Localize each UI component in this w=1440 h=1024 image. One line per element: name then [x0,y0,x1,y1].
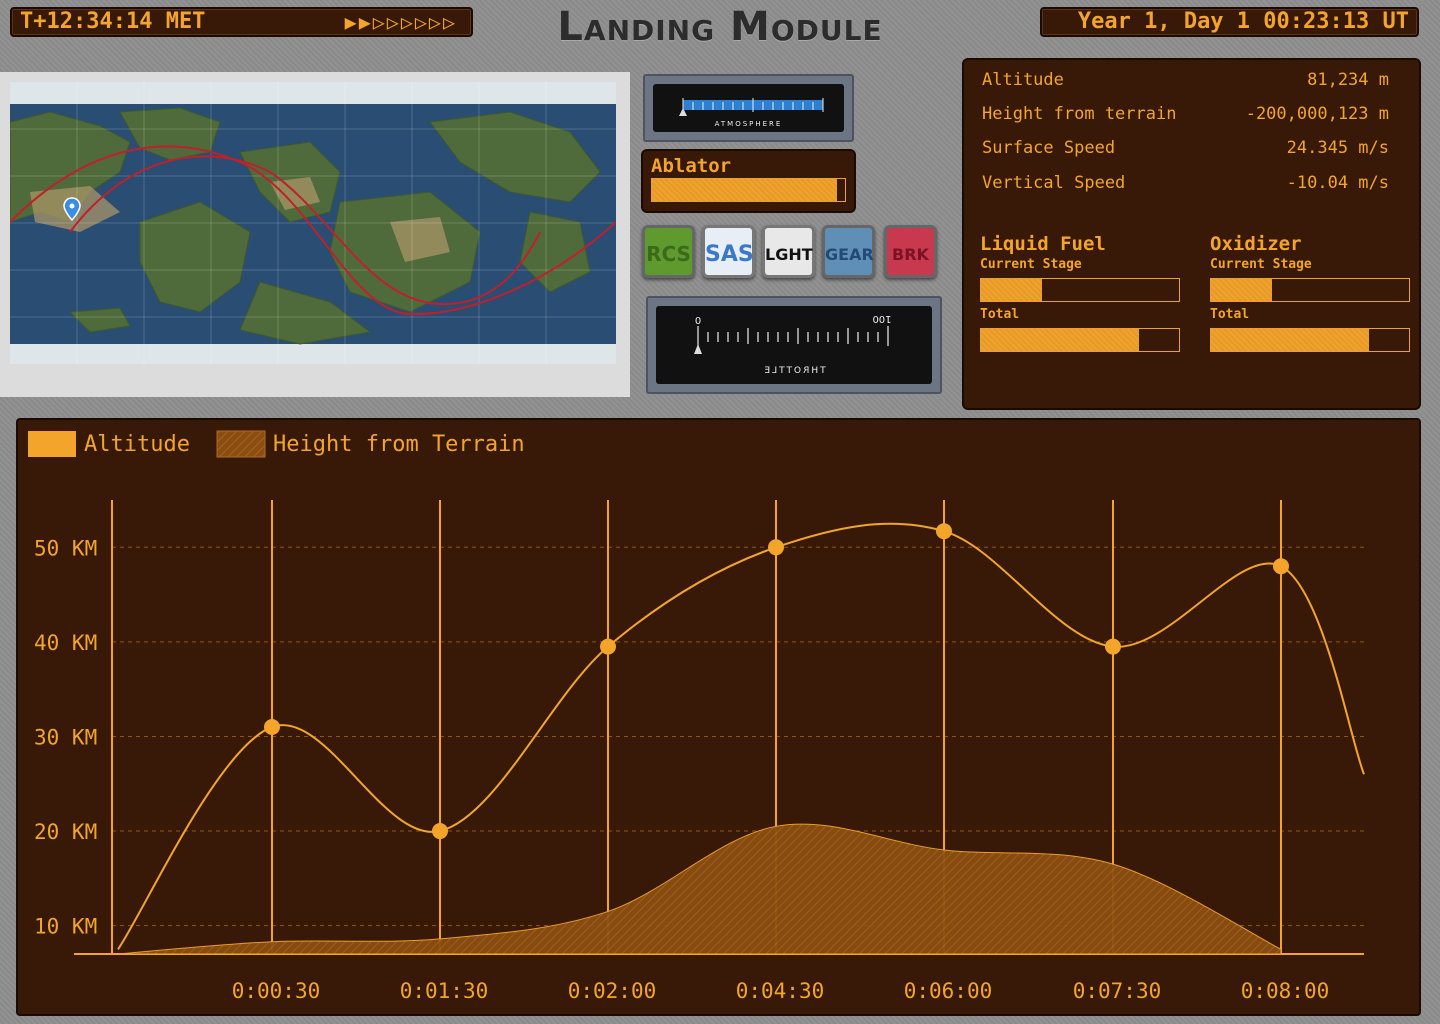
legend-label-terrain: Height from Terrain [273,432,525,457]
altitude-chart: 10 KM 20 KM 30 KM 40 KM 50 KM 0:00:30 0:01:30… [16,418,1421,1016]
altitude-label: Altitude [982,70,1064,90]
altitude-point [768,539,784,556]
gear-button[interactable]: GEAR [822,225,875,278]
liquid-fuel-current-label: Current Stage [980,257,1082,272]
time-warp-indicator[interactable]: ▶▶▷▷▷▷▷▷ [345,9,457,35]
brake-button[interactable]: BRK [884,225,937,278]
liquid-fuel-total-label: Total [980,307,1020,322]
altitude-point [600,638,616,655]
liquid-fuel-total-fill [981,329,1140,351]
x-tick-label: 0:02:00 [568,979,657,1003]
vertical-speed-row: Vertical Speed -10.04 m/s [982,169,1389,197]
rcs-button[interactable]: RCS [642,225,695,278]
legend-swatch-altitude [28,431,76,457]
ablator-bar [651,178,846,202]
x-tick-label: 0:07:30 [1073,979,1162,1003]
oxidizer-title: Oxidizer [1210,233,1302,255]
height-label: Height from terrain [982,104,1177,124]
oxidizer-group: Oxidizer Current Stage Total [1210,232,1410,356]
oxidizer-current-fill [1211,279,1273,301]
height-row: Height from terrain -200,000,123 m [982,100,1389,128]
surface-speed-value: 24.345 m/s [1286,138,1389,158]
y-tick-label: 40 KM [34,631,97,655]
x-tick-label: 0:06:00 [904,979,993,1003]
altitude-point [1105,638,1121,655]
throttle-label: THROTTLE [762,366,826,376]
oxidizer-total-bar [1210,328,1410,352]
oxidizer-current-bar [1210,278,1410,302]
x-tick-label: 0:00:30 [232,979,321,1003]
legend-swatch-terrain [216,430,266,458]
oxidizer-total-fill [1211,329,1370,351]
altitude-point [264,719,280,735]
universal-time: Year 1, Day 1 00:23:13 UT [1040,7,1419,37]
lights-button[interactable]: LGHT [762,225,815,278]
page-title: Landing Module [557,4,883,50]
altitude-row: Altitude 81,234 m [982,66,1389,94]
y-tick-label: 10 KM [34,915,97,939]
legend-label-altitude: Altitude [84,432,190,457]
surface-speed-label: Surface Speed [982,138,1116,158]
map-canvas [10,82,616,364]
height-value: -200,000,123 m [1245,104,1389,124]
liquid-fuel-current-fill [981,279,1043,301]
liquid-fuel-group: Liquid Fuel Current Stage Total [980,232,1180,356]
y-tick-label: 30 KM [34,725,97,749]
x-tick-label: 0:04:30 [736,979,825,1003]
ablator-panel: Ablator [641,149,856,213]
throttle-gauge[interactable]: 0 100 THROTTLE [646,296,942,394]
throttle-min-label: 0 [695,316,701,327]
oxidizer-total-label: Total [1210,307,1250,322]
height-from-terrain-area [117,823,1282,955]
surface-speed-row: Surface Speed 24.345 m/s [982,134,1389,162]
throttle-max-label: 100 [872,313,891,324]
altitude-point [936,523,952,540]
liquid-fuel-total-bar [980,328,1180,352]
x-tick-label: 0:08:00 [1241,979,1330,1003]
x-tick-label: 0:01:30 [400,979,489,1003]
ablator-bar-fill [652,179,838,201]
liquid-fuel-current-bar [980,278,1180,302]
y-tick-label: 20 KM [34,820,97,844]
liquid-fuel-title: Liquid Fuel [980,233,1106,255]
altitude-point [432,823,448,840]
vertical-speed-label: Vertical Speed [982,173,1126,193]
met-value: T+12:34:14 MET [20,9,206,34]
sas-button[interactable]: SAS [702,225,755,278]
flight-stats-panel: Altitude 81,234 m Height from terrain -2… [962,58,1421,410]
altitude-value: 81,234 m [1307,70,1389,90]
orbit-map[interactable] [0,72,630,397]
mission-elapsed-time: T+12:34:14 MET ▶▶▷▷▷▷▷▷ [10,7,473,37]
altitude-point [1273,558,1289,575]
chart-canvas: 10 KM 20 KM 30 KM 40 KM 50 KM 0:00:30 0:01:30… [28,430,1365,1003]
throttle-needle-icon [694,344,702,354]
ablator-label: Ablator [651,155,732,177]
vertical-speed-value: -10.04 m/s [1286,173,1389,193]
atmosphere-gauge: ATMOSPHERE [643,74,854,142]
atmosphere-label: ATMOSPHERE [714,120,783,128]
oxidizer-current-label: Current Stage [1210,257,1312,272]
y-tick-label: 50 KM [34,536,97,560]
